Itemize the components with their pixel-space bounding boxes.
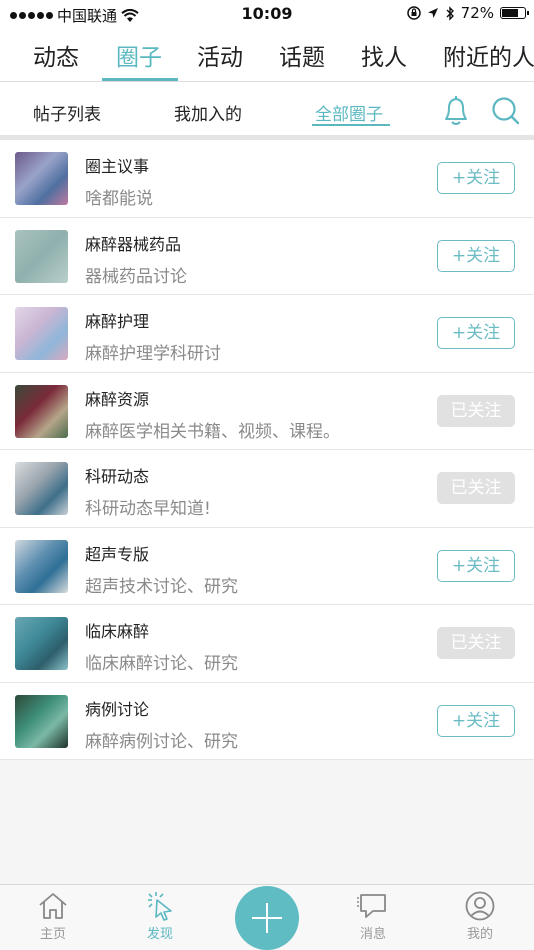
circle-title: 麻醉器械药品 xyxy=(85,234,182,254)
list-item[interactable]: 麻醉护理 麻醉护理学科研讨 +关注 xyxy=(0,295,534,373)
followed-button[interactable]: 已关注 xyxy=(437,394,515,427)
circle-title: 麻醉护理 xyxy=(85,312,150,331)
status-right: 72% xyxy=(406,4,529,22)
follow-button[interactable]: +关注 xyxy=(437,162,515,194)
circle-thumbnail xyxy=(15,694,68,748)
circle-description: 临床麻醉讨论、研究 xyxy=(85,654,238,674)
tab-activities[interactable]: 活动 xyxy=(197,38,243,72)
circle-thumbnail xyxy=(15,462,68,515)
circle-title: 病例讨论 xyxy=(85,699,150,719)
battery-icon xyxy=(500,7,529,19)
circle-description: 麻醉病例讨论、研究 xyxy=(85,731,238,752)
list-item[interactable]: 麻醉器械药品 器械药品讨论 +关注 xyxy=(0,217,534,295)
create-post-button[interactable] xyxy=(235,886,299,950)
orientation-lock-icon xyxy=(406,6,421,20)
follow-button[interactable]: +关注 xyxy=(437,549,515,582)
status-bar: 中国联通 10:09 72% xyxy=(0,0,534,28)
list-item[interactable]: 圈主议事 啥都能说 +关注 xyxy=(0,140,534,218)
follow-button[interactable]: +关注 xyxy=(437,317,515,349)
circle-description: 麻醉医学相关书籍、视频、课程。 xyxy=(85,421,340,442)
circle-thumbnail xyxy=(15,152,68,205)
list-item[interactable]: 麻醉资源 麻醉医学相关书籍、视频、课程。 已关注 xyxy=(0,372,534,450)
sub-tab-bar: 帖子列表 我加入的 全部圈子 xyxy=(0,83,534,135)
circle-description: 啥都能说 xyxy=(85,189,153,209)
battery-fill xyxy=(502,9,518,17)
circle-thumbnail xyxy=(15,229,68,283)
circle-title: 科研动态 xyxy=(85,467,150,486)
circle-title: 临床麻醉 xyxy=(85,622,150,641)
active-subtab-indicator xyxy=(312,124,390,126)
nav-label: 我的 xyxy=(466,927,493,942)
circle-description: 麻醉护理学科研讨 xyxy=(85,344,221,364)
follow-button[interactable]: +关注 xyxy=(437,239,515,272)
nav-home[interactable]: 主页 xyxy=(13,891,93,942)
circle-description: 超声技术讨论、研究 xyxy=(85,576,238,597)
subtab-post-list[interactable]: 帖子列表 xyxy=(33,100,101,125)
subtab-joined[interactable]: 我加入的 xyxy=(174,100,242,125)
location-arrow-icon xyxy=(427,8,438,18)
tab-dynamic[interactable]: 动态 xyxy=(33,38,79,72)
circle-title: 圈主议事 xyxy=(85,157,150,176)
list-item[interactable]: 科研动态 科研动态早知道! 已关注 xyxy=(0,450,534,528)
bluetooth-icon xyxy=(446,5,454,21)
bell-icon[interactable] xyxy=(441,94,471,128)
circle-thumbnail xyxy=(15,384,68,438)
circle-title: 麻醉资源 xyxy=(85,389,150,409)
followed-button[interactable]: 已关注 xyxy=(437,627,515,659)
circle-thumbnail xyxy=(15,539,68,593)
circle-thumbnail xyxy=(15,617,68,670)
followed-button[interactable]: 已关注 xyxy=(437,472,515,504)
follow-button[interactable]: +关注 xyxy=(437,704,515,737)
circle-description: 器械药品讨论 xyxy=(85,266,187,287)
message-icon xyxy=(357,894,386,918)
list-item[interactable]: 病例讨论 麻醉病例讨论、研究 +关注 xyxy=(0,682,534,760)
active-tab-indicator xyxy=(102,78,178,81)
tab-circles[interactable]: 圈子 xyxy=(116,38,162,72)
nav-label: 消息 xyxy=(359,927,386,942)
tab-find-people[interactable]: 找人 xyxy=(361,38,407,72)
tab-topics[interactable]: 话题 xyxy=(279,38,325,72)
list-item[interactable]: 临床麻醉 临床麻醉讨论、研究 已关注 xyxy=(0,605,534,683)
home-icon xyxy=(39,893,67,919)
nav-messages[interactable]: 消息 xyxy=(333,891,413,942)
battery-percent: 72% xyxy=(460,4,494,22)
subtab-all-circles[interactable]: 全部圈子 xyxy=(315,100,383,125)
nav-label: 发现 xyxy=(146,927,173,942)
search-icon[interactable] xyxy=(490,95,522,127)
list-item[interactable]: 超声专版 超声技术讨论、研究 +关注 xyxy=(0,527,534,605)
profile-icon xyxy=(465,891,495,921)
nav-profile[interactable]: 我的 xyxy=(440,891,520,942)
nav-label: 主页 xyxy=(39,927,66,942)
tab-nearby-people[interactable]: 附近的人 xyxy=(443,38,534,72)
top-tab-bar: 动态 圈子 活动 话题 找人 附近的人 xyxy=(0,28,534,82)
circle-thumbnail xyxy=(15,307,68,360)
discover-icon xyxy=(148,892,172,921)
circle-description: 科研动态早知道! xyxy=(85,499,211,519)
circle-title: 超声专版 xyxy=(85,544,150,564)
circle-list: 圈主议事 啥都能说 +关注 麻醉器械药品 器械药品讨论 +关注 麻醉护理 麻醉护… xyxy=(0,140,534,760)
empty-area xyxy=(0,760,534,884)
nav-discover[interactable]: 发现 xyxy=(120,891,200,942)
